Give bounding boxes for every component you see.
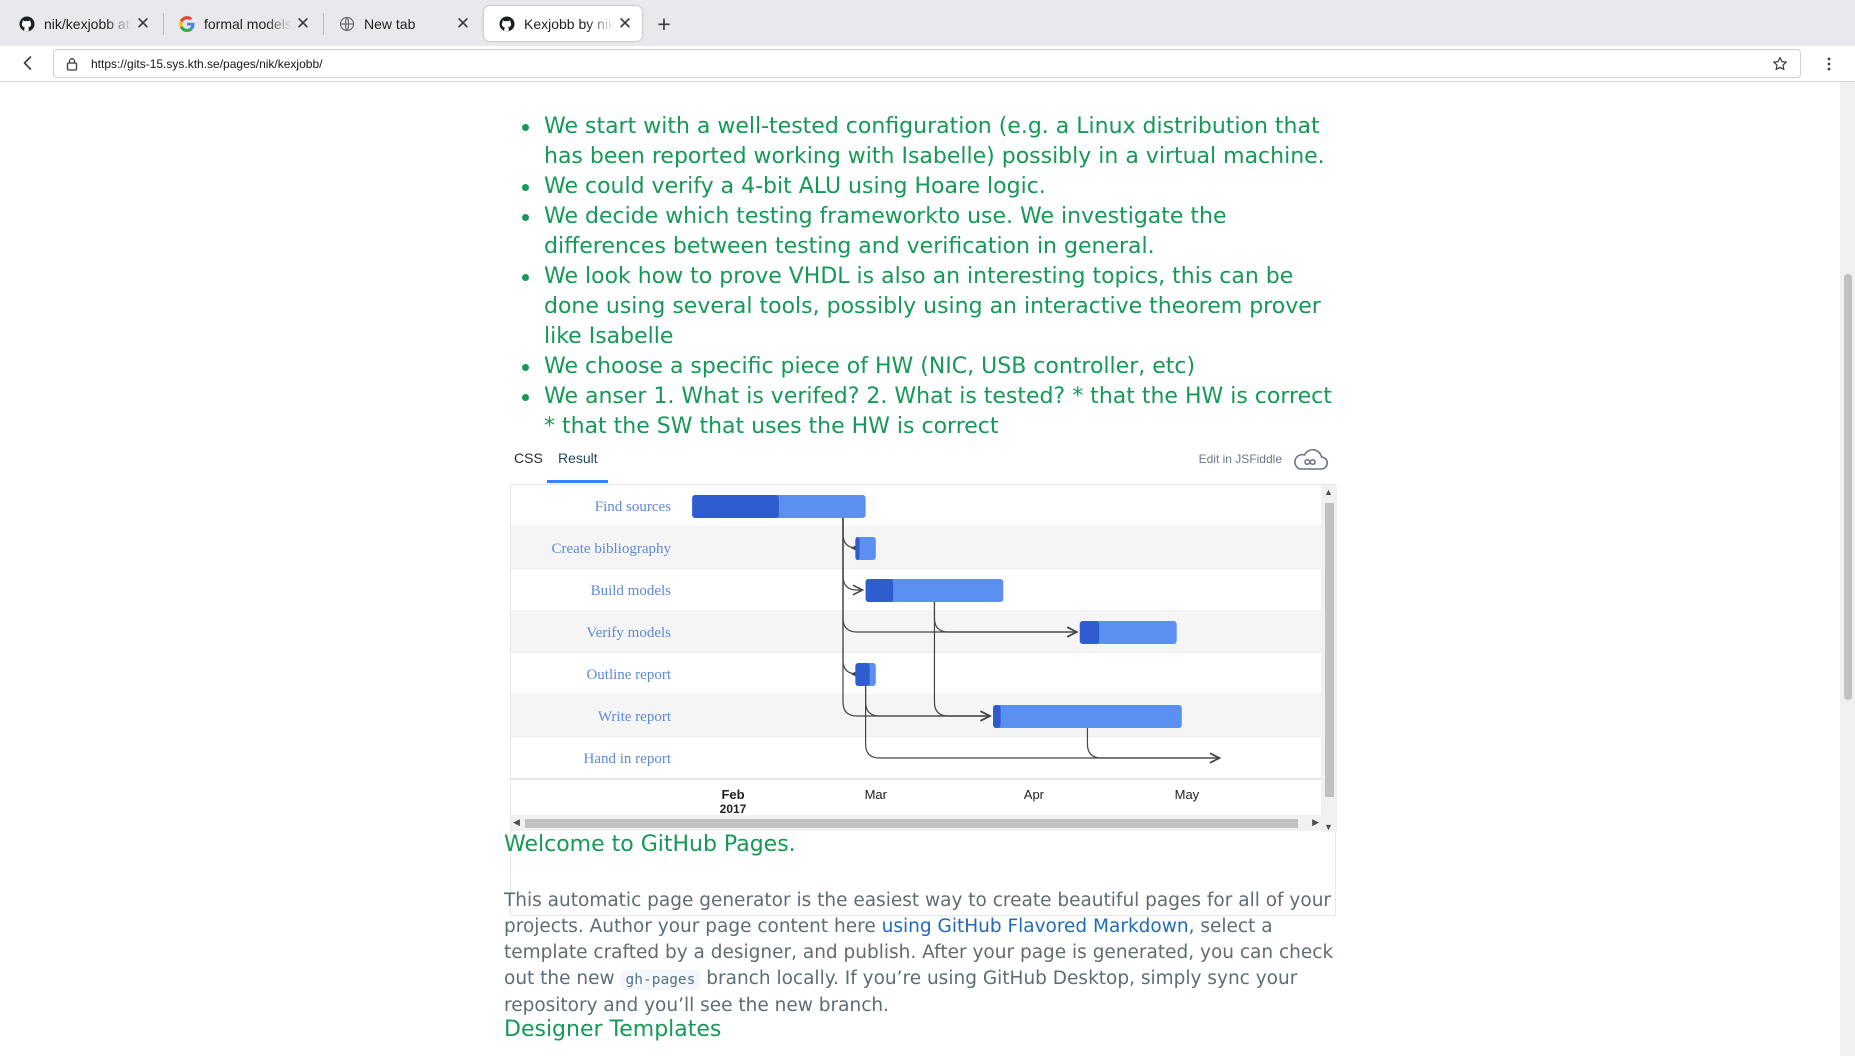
- task-label: Verify models: [586, 625, 671, 641]
- welcome-heading: Welcome to GitHub Pages.: [504, 832, 796, 857]
- x-tick-label: May: [1175, 787, 1200, 802]
- close-icon[interactable]: ✕: [614, 13, 636, 35]
- tab-kexjobb[interactable]: Kexjobb by nik ✕: [484, 6, 642, 41]
- google-icon: [178, 16, 195, 33]
- list-item: We decide which testing frameworkto use.…: [504, 202, 1344, 262]
- task-progress: [855, 537, 860, 560]
- back-button[interactable]: [14, 49, 42, 77]
- list-item: We choose a specific piece of HW (NIC, U…: [504, 352, 1344, 382]
- task-progress: [692, 495, 779, 518]
- tab-result[interactable]: Result: [558, 450, 598, 466]
- github-icon: [18, 16, 35, 33]
- gantt-chart: Find sources Create bibliography Build mod…: [511, 485, 1321, 815]
- result-vertical-scrollbar[interactable]: ▲ ▼: [1321, 485, 1337, 832]
- scroll-down-arrow-icon[interactable]: ▼: [1324, 822, 1333, 832]
- plan-list: We start with a well-tested configuratio…: [504, 112, 1344, 442]
- lock-icon[interactable]: [63, 55, 81, 73]
- edit-in-jsfiddle-link[interactable]: Edit in JSFiddle: [1199, 452, 1282, 466]
- globe-icon: [338, 16, 355, 33]
- task-progress: [993, 705, 1001, 728]
- scrollbar-thumb[interactable]: [1325, 503, 1334, 797]
- scroll-right-arrow-icon[interactable]: ▶: [1312, 817, 1319, 828]
- tab-new-tab[interactable]: New tab ✕: [324, 8, 480, 40]
- task-label: Find sources: [595, 499, 671, 515]
- tab-title: formal models: [204, 16, 292, 32]
- github-icon: [498, 15, 515, 32]
- jsfiddle-cloud-icon[interactable]: [1290, 444, 1330, 474]
- active-tab-indicator: [547, 480, 608, 483]
- result-horizontal-scrollbar[interactable]: ◀ ▶: [511, 815, 1321, 831]
- task-label: Create bibliography: [551, 541, 671, 557]
- tab-strip: nik/kexjobb at ✕ formal models ✕ New tab…: [0, 0, 1855, 46]
- url-text[interactable]: https://gits-15.sys.kth.se/pages/nik/kex…: [91, 57, 1770, 71]
- task-bar: [993, 705, 1182, 728]
- tab-github-repo[interactable]: nik/kexjobb at ✕: [4, 8, 160, 40]
- task-progress: [865, 579, 894, 602]
- tab-google-search[interactable]: formal models ✕: [164, 8, 320, 40]
- tab-title: New tab: [364, 16, 416, 32]
- x-tick-label: Apr: [1024, 787, 1045, 802]
- x-tick-sublabel: 2017: [720, 802, 747, 815]
- close-icon[interactable]: ✕: [132, 13, 154, 35]
- task-label: Hand in report: [584, 751, 672, 767]
- task-label: Write report: [598, 709, 672, 725]
- tab-title: Kexjobb by nik: [524, 15, 614, 32]
- scrollbar-thumb[interactable]: [525, 819, 1298, 828]
- scrollbar-thumb[interactable]: [1844, 274, 1852, 700]
- x-tick-label: Mar: [865, 787, 888, 802]
- page-content: We start with a well-tested configuratio…: [0, 82, 1840, 1056]
- list-item: We anser 1. What is verifed? 2. What is …: [504, 382, 1344, 442]
- navigation-bar: https://gits-15.sys.kth.se/pages/nik/kex…: [0, 46, 1855, 82]
- list-item: We start with a well-tested configuratio…: [504, 112, 1344, 172]
- intro-paragraph: This automatic page generator is the eas…: [504, 888, 1344, 1019]
- x-tick-label: Feb: [721, 787, 744, 802]
- scroll-up-arrow-icon[interactable]: ▲: [1324, 487, 1333, 497]
- kebab-menu-icon: [1827, 57, 1831, 71]
- back-arrow-icon: [23, 56, 32, 70]
- task-label: Outline report: [586, 667, 671, 683]
- page-vertical-scrollbar[interactable]: [1840, 82, 1855, 1056]
- list-item: We look how to prove VHDL is also an int…: [504, 262, 1344, 352]
- url-bar[interactable]: https://gits-15.sys.kth.se/pages/nik/kex…: [53, 49, 1801, 78]
- new-tab-button[interactable]: +: [651, 11, 677, 37]
- markdown-link[interactable]: using GitHub Flavored Markdown: [882, 916, 1189, 937]
- list-item: We could verify a 4-bit ALU using Hoare …: [504, 172, 1344, 202]
- close-icon[interactable]: ✕: [292, 13, 314, 35]
- bookmark-star-icon[interactable]: [1770, 54, 1790, 74]
- tab-title: nik/kexjobb at: [44, 16, 130, 32]
- designer-templates-heading: Designer Templates: [504, 1017, 722, 1042]
- close-icon[interactable]: ✕: [452, 13, 474, 35]
- fiddle-tab-bar: CSS Result Edit in JSFiddle: [504, 434, 1336, 483]
- menu-button[interactable]: [1818, 53, 1840, 75]
- inline-code: gh-pages: [620, 970, 701, 990]
- task-progress: [1079, 621, 1100, 644]
- task-label: Build models: [591, 583, 672, 599]
- task-progress: [855, 663, 870, 686]
- scroll-left-arrow-icon[interactable]: ◀: [513, 817, 520, 828]
- tab-css[interactable]: CSS: [514, 450, 543, 466]
